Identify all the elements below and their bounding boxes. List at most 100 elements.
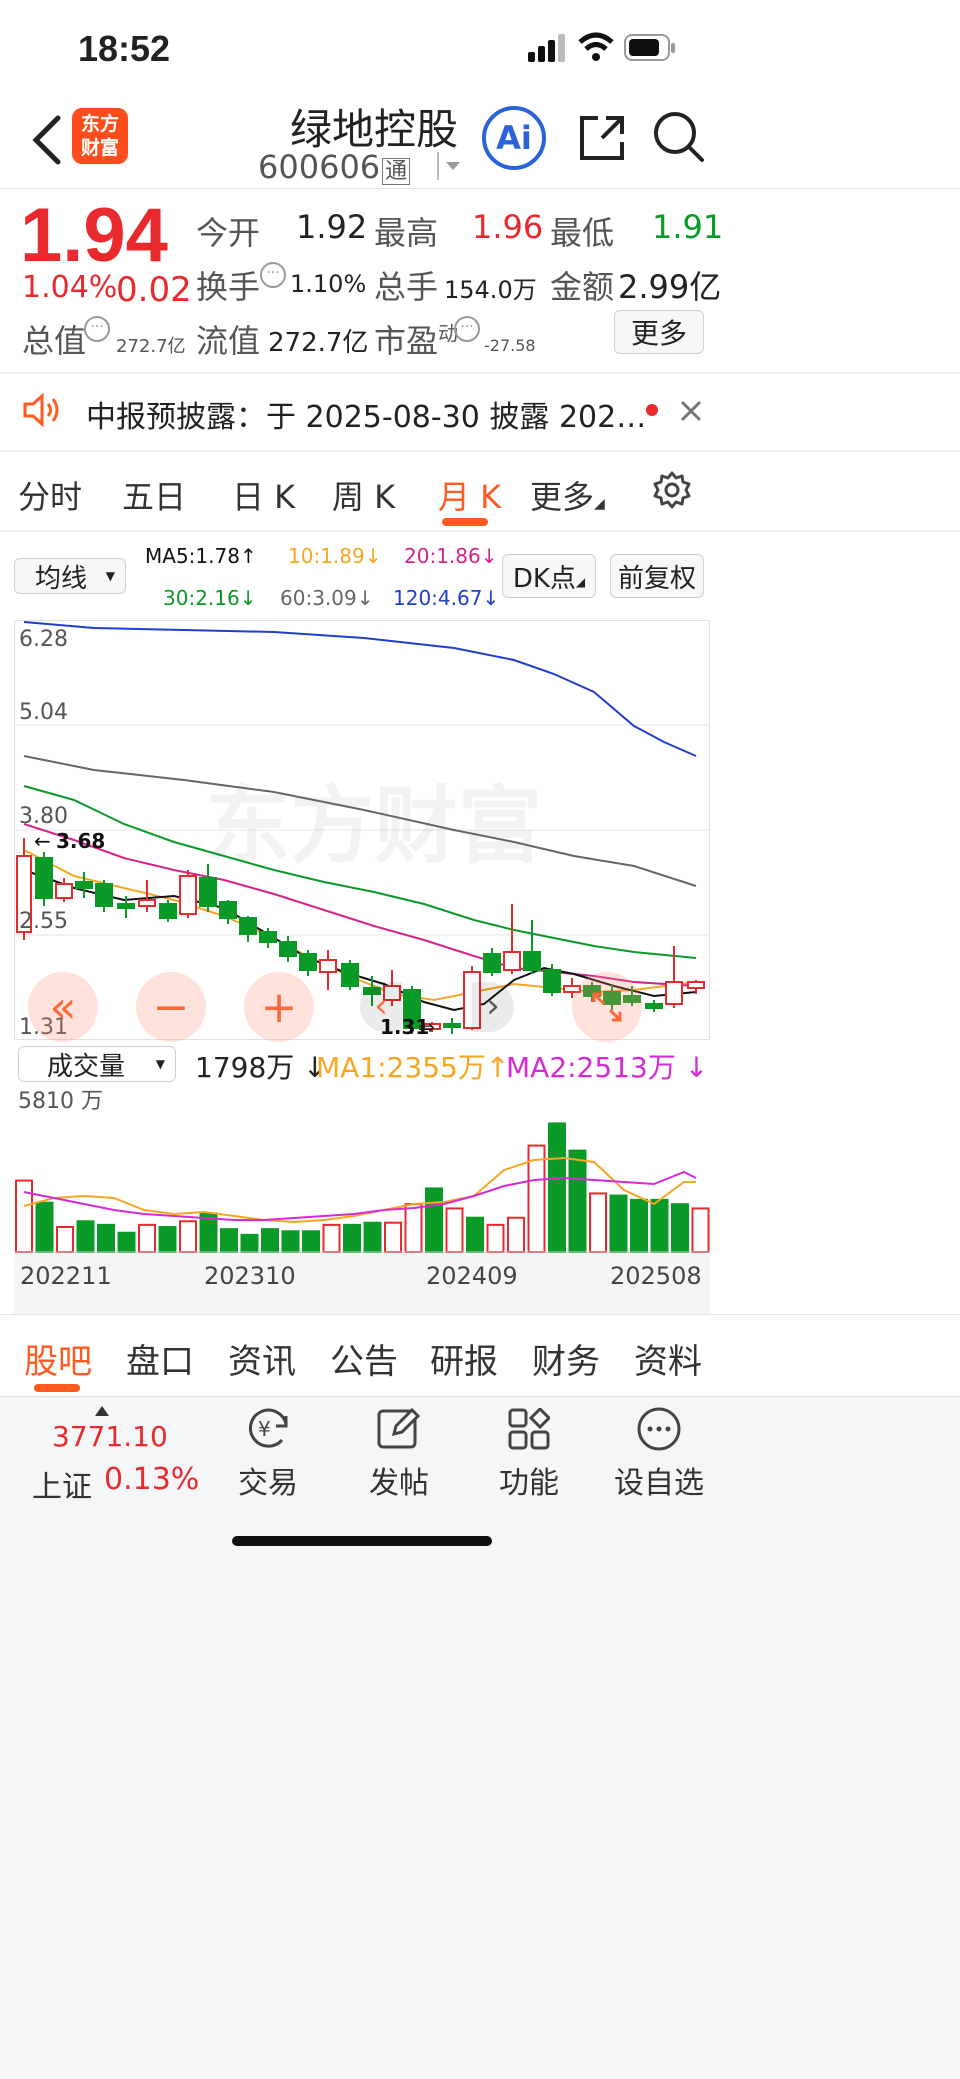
tab-zhouk[interactable]: 周 K bbox=[332, 472, 395, 518]
ma20-value: 20:1.86↓ bbox=[404, 544, 498, 568]
tong-badge: 通 bbox=[382, 158, 411, 185]
function-label[interactable]: 功能 bbox=[459, 1458, 599, 1502]
settings-gear-icon[interactable] bbox=[652, 470, 692, 510]
share-icon[interactable] bbox=[576, 112, 628, 164]
volume-selector[interactable]: 成交量 ▼ bbox=[18, 1046, 176, 1082]
subtab-gonggao[interactable]: 公告 bbox=[330, 1334, 398, 1383]
volume-bar bbox=[363, 1221, 382, 1253]
amount-value: 2.99亿 bbox=[618, 268, 722, 306]
back-icon[interactable] bbox=[28, 112, 68, 168]
trade-icon[interactable]: ¥ bbox=[244, 1406, 294, 1452]
turnover-label: 换手 bbox=[196, 268, 261, 306]
stock-code[interactable]: 600606 通 bbox=[258, 148, 411, 186]
volume-bar bbox=[445, 1207, 464, 1254]
dk-point-button[interactable]: DK点 ◢ bbox=[502, 554, 596, 598]
volume-bar bbox=[322, 1223, 341, 1254]
index-change[interactable]: 0.13% bbox=[104, 1462, 199, 1497]
zoom-out-button[interactable]: − bbox=[136, 972, 206, 1042]
prev-arrow-button[interactable]: ‹ bbox=[360, 982, 402, 1032]
volume-current: 1798万 ↓ bbox=[195, 1051, 327, 1084]
change-percent: 1.04% bbox=[22, 270, 118, 305]
more-dots-icon[interactable] bbox=[636, 1406, 682, 1452]
subtab-zixun[interactable]: 资讯 bbox=[228, 1334, 296, 1383]
info-icon[interactable]: ··· bbox=[84, 316, 110, 342]
volume-value: 154.0万 bbox=[444, 276, 537, 304]
tab-fenshi[interactable]: 分时 bbox=[18, 472, 82, 518]
y-label-4: 2.55 bbox=[19, 909, 68, 934]
total-value-label: 总值 bbox=[22, 322, 87, 360]
add-favorite-label[interactable]: 设自选 bbox=[589, 1458, 729, 1502]
subtab-guba[interactable]: 股吧 bbox=[24, 1334, 92, 1383]
y-label-max: 6.28 bbox=[19, 627, 68, 652]
volume-bar bbox=[507, 1216, 525, 1253]
tab-active-indicator bbox=[442, 518, 488, 526]
fullscreen-button[interactable] bbox=[572, 972, 642, 1042]
tab-wuri[interactable]: 五日 bbox=[122, 472, 186, 518]
status-time: 18:52 bbox=[78, 28, 171, 69]
volume-bar bbox=[425, 1187, 443, 1254]
high-marker-arrow: ← bbox=[34, 829, 51, 853]
notice-text[interactable]: 中报预披露：于 2025-08-30 披露 202… bbox=[86, 392, 646, 436]
trade-label[interactable]: 交易 bbox=[198, 1458, 338, 1502]
ai-button[interactable]: Ai bbox=[482, 106, 546, 170]
volume-bar bbox=[35, 1201, 54, 1253]
code-dropdown-icon[interactable] bbox=[436, 150, 466, 182]
subtab-yanbao[interactable]: 研报 bbox=[430, 1334, 498, 1383]
volume-bar bbox=[650, 1198, 669, 1253]
wifi-icon bbox=[578, 32, 614, 62]
x-label-2: 202310 bbox=[204, 1262, 296, 1290]
speaker-icon bbox=[22, 392, 62, 428]
zoom-in-button[interactable]: + bbox=[244, 972, 314, 1042]
float-label: 流值 bbox=[196, 322, 261, 360]
volume-bar bbox=[671, 1203, 689, 1254]
close-icon[interactable] bbox=[680, 400, 702, 422]
subtab-active-indicator bbox=[34, 1384, 80, 1392]
volume-max-label: 5810 万 bbox=[18, 1089, 103, 1114]
volume-bar bbox=[15, 1179, 33, 1253]
y-label-3: 3.80 bbox=[19, 804, 68, 829]
search-icon[interactable] bbox=[652, 110, 706, 164]
volume-bar bbox=[240, 1233, 259, 1254]
ma30-value: 30:2.16↓ bbox=[163, 586, 257, 610]
volume-bar bbox=[589, 1192, 607, 1254]
info-icon[interactable]: ··· bbox=[260, 262, 286, 288]
volume-bar bbox=[302, 1230, 320, 1254]
volume-bar bbox=[466, 1216, 484, 1253]
subtab-caiwu[interactable]: 财务 bbox=[532, 1334, 600, 1383]
index-name[interactable]: 上证 bbox=[32, 1462, 92, 1506]
low-marker-arrow: ⇒ bbox=[418, 1015, 435, 1039]
subtab-ziliao[interactable]: 资料 bbox=[634, 1334, 702, 1383]
tab-yuek[interactable]: 月 K bbox=[438, 472, 501, 518]
volume-chart[interactable]: 5810 万 202211 202310 202409 202508 bbox=[14, 1086, 771, 1314]
volume-bar bbox=[691, 1207, 710, 1254]
more-button[interactable]: 更多 bbox=[614, 310, 704, 354]
low-label: 最低 bbox=[550, 214, 615, 252]
adjust-button[interactable]: 前复权 bbox=[610, 554, 704, 598]
tab-rik[interactable]: 日 K bbox=[232, 472, 295, 518]
high-label: 最高 bbox=[374, 214, 439, 252]
volume-bar bbox=[630, 1198, 648, 1253]
volume-ma1: MA1:2355万↑ bbox=[316, 1051, 510, 1084]
change-amount: 0.02 bbox=[116, 270, 192, 310]
volume-bar bbox=[97, 1223, 115, 1254]
svg-text:¥: ¥ bbox=[258, 1417, 271, 1441]
y-label-2: 5.04 bbox=[19, 700, 68, 725]
tab-more[interactable]: 更多◢ bbox=[530, 472, 605, 518]
info-icon[interactable]: ··· bbox=[454, 316, 480, 342]
low-value: 1.91 bbox=[652, 208, 724, 246]
volume-bar bbox=[220, 1228, 238, 1253]
home-indicator bbox=[232, 1536, 492, 1546]
post-edit-icon[interactable] bbox=[376, 1406, 422, 1452]
pe-value: -27.58 bbox=[484, 336, 536, 355]
subtab-pankou[interactable]: 盘口 bbox=[126, 1334, 194, 1383]
scroll-left-button[interactable]: « bbox=[28, 972, 98, 1042]
open-label: 今开 bbox=[196, 214, 261, 252]
amount-label: 金额 bbox=[550, 268, 615, 306]
function-grid-icon[interactable] bbox=[508, 1406, 552, 1450]
x-label-1: 202211 bbox=[20, 1262, 112, 1290]
post-label[interactable]: 发帖 bbox=[329, 1458, 469, 1502]
volume-ma2: MA2:2513万 ↓ bbox=[506, 1051, 709, 1084]
ma-selector[interactable]: 均线 ▼ bbox=[14, 558, 126, 594]
index-value[interactable]: 3771.10 bbox=[52, 1420, 168, 1453]
x-label-3: 202409 bbox=[426, 1262, 518, 1290]
